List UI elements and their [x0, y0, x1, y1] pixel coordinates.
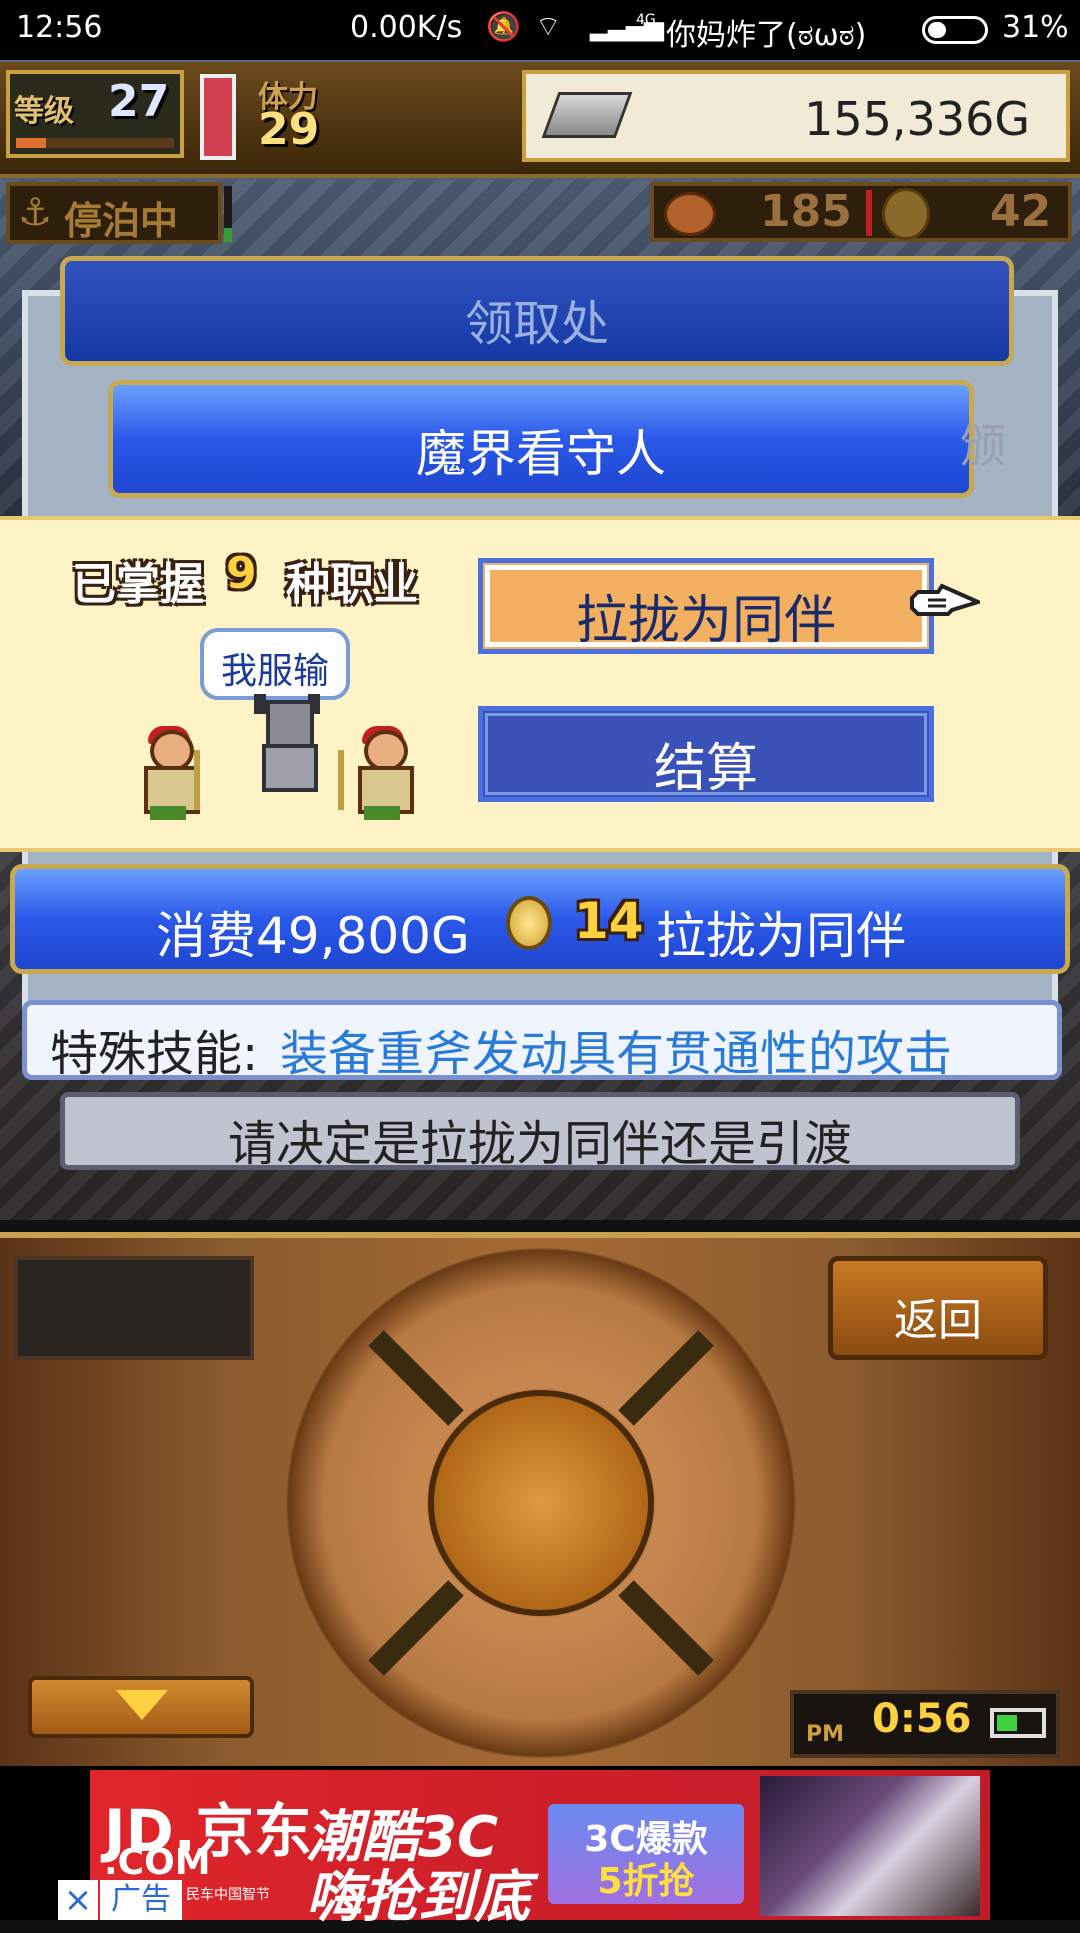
settle-button-label[interactable]: 结算: [478, 726, 934, 801]
ad-slogan-2: 嗨抢到底: [306, 1865, 530, 1930]
ad-subtext: 民车中国智节: [186, 1887, 270, 1903]
resource-divider: [866, 190, 872, 236]
food-icon: [664, 192, 716, 236]
wifi-icon: ⌔: [535, 10, 562, 43]
ad-close-icon[interactable]: ×: [58, 1880, 98, 1920]
mute-icon: 🔕: [486, 10, 521, 43]
cost-text: 消费49,800G: [156, 907, 470, 965]
battery-icon: [922, 16, 988, 44]
mastered-suffix: 种职业: [286, 559, 418, 610]
background-text: 颁: [960, 419, 1006, 473]
net-type: 4G 1X: [636, 12, 656, 44]
coin-count: 14: [574, 892, 644, 950]
monster-name: 魔界看守人: [416, 425, 666, 483]
skill-label: 特殊技能:: [50, 1026, 259, 1082]
mastered-label: 已掌握: [72, 559, 204, 610]
carrier-name: 你妈炸了(ಠωಠ): [666, 18, 867, 53]
net-speed: 0.00K/s: [350, 10, 463, 45]
dialog-title: 领取处: [464, 296, 609, 352]
clock-period: PM: [806, 1722, 845, 1747]
prompt-text: 请决定是拉拢为同伴还是引渡: [227, 1116, 852, 1172]
moored-label: 停泊中: [64, 199, 179, 243]
knight-sprite: [250, 694, 320, 792]
battery-icon-game: [990, 1708, 1046, 1738]
level-label: 等级: [14, 94, 74, 129]
status-bar: 12:56 0.00K/s 🔕 ⌔ ▂▃▄▅ 4G 1X 你妈炸了(ಠωಠ) 31…: [0, 0, 1080, 60]
confirm-button[interactable]: [428, 1390, 654, 1616]
gold-value: 155,336G: [804, 92, 1030, 146]
recruit-button-label[interactable]: 拉拢为同伴: [478, 578, 934, 653]
mastered-count: 9: [226, 548, 257, 599]
ad-promo-2: 5折抢: [597, 1861, 695, 1902]
status-time: 12:56: [16, 10, 103, 45]
hero-sprite-right: [338, 726, 416, 820]
ad-logo-sub: .COM: [104, 1842, 211, 1883]
stamina-value: 29: [258, 104, 320, 155]
ad-label: 广告: [100, 1880, 182, 1920]
pointer-hand-icon: [910, 583, 980, 616]
anchor-icon: ⚓: [18, 190, 53, 234]
battery-percent: 31%: [1002, 10, 1069, 45]
cost-suffix: 拉拢为同伴: [656, 907, 906, 965]
coin-icon: [506, 896, 552, 950]
moored-gauge: [224, 186, 232, 242]
food-value: 185: [760, 186, 852, 237]
level-value: 27: [108, 76, 170, 127]
stamina-bar: [200, 74, 236, 160]
hero-sprite-left: [132, 726, 202, 820]
skill-description: 装备重斧发动具有贯通性的攻击: [280, 1026, 953, 1082]
down-arrow-icon: [116, 1690, 168, 1720]
medal-value: 42: [990, 186, 1052, 237]
exp-bar: [16, 138, 174, 148]
empty-slot: [14, 1256, 254, 1360]
medal-icon: [882, 188, 930, 240]
ad-product-image: [760, 1776, 980, 1916]
speech-text: 我服输: [220, 651, 329, 692]
back-button-label[interactable]: 返回: [828, 1284, 1048, 1348]
clock-time: 0:56: [872, 1696, 972, 1742]
